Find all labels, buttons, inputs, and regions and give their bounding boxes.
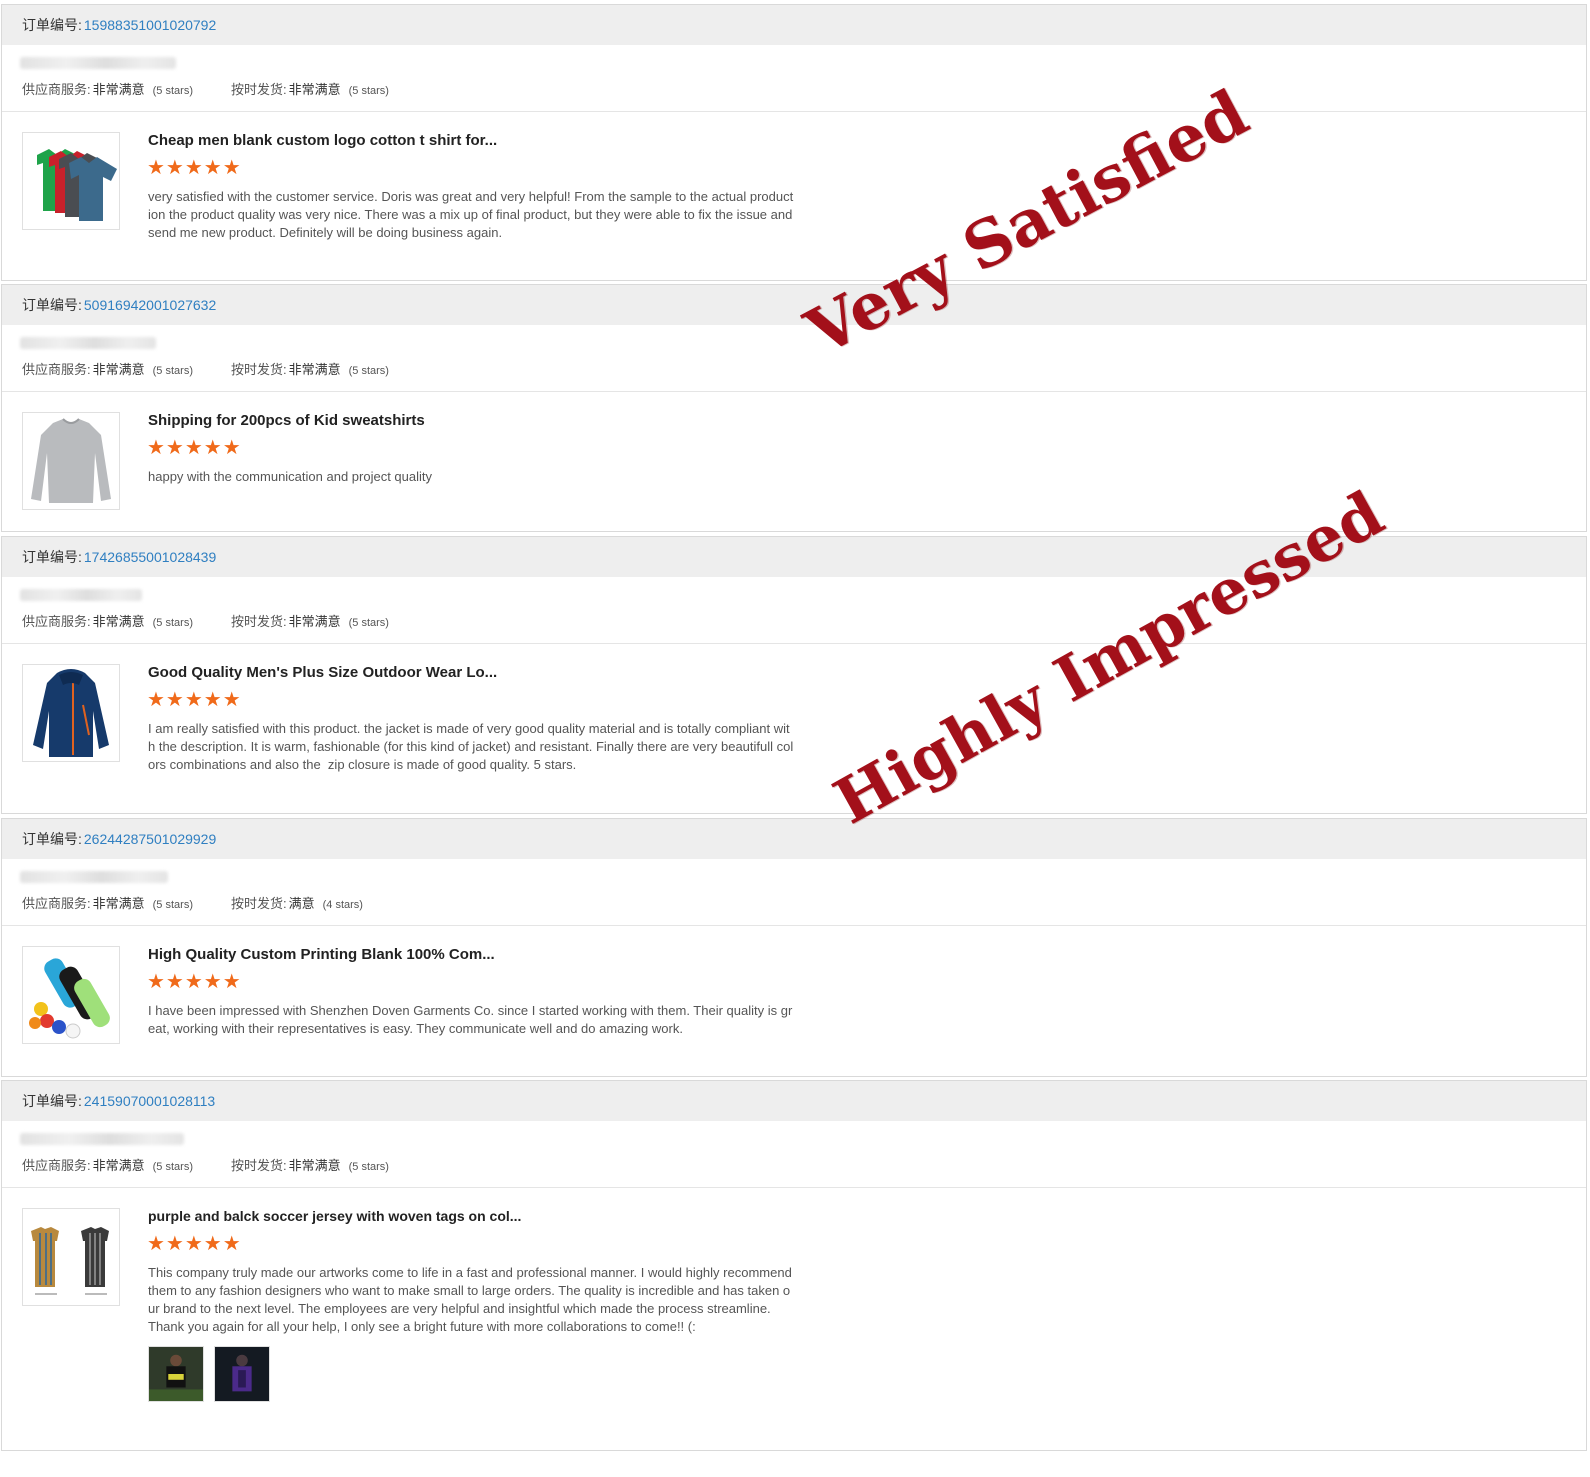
shipping-label: 按时发货: <box>230 82 287 97</box>
order-number-link[interactable]: 17426855001028439 <box>84 549 216 565</box>
shipping-stars: (5 stars) <box>348 365 389 377</box>
star-rating: ★★★★★ <box>147 689 242 711</box>
product-title-link[interactable]: Cheap men blank custom logo cotton t shi… <box>148 132 497 149</box>
product-title-link[interactable]: High Quality Custom Printing Blank 100% … <box>148 946 495 963</box>
review-photo[interactable] <box>214 1346 270 1402</box>
supplier-service-value: 非常满意 <box>92 614 145 629</box>
supplier-service-label: 供应商服务: <box>22 614 91 629</box>
blurred-buyer-name <box>20 871 168 883</box>
ratings-row: 供应商服务: 非常满意 (5 stars) 按时发货: 非常满意 (5 star… <box>22 359 389 378</box>
supplier-service-label: 供应商服务: <box>22 82 91 97</box>
order-header: 订单编号: 24159070001028113 <box>2 1081 1586 1121</box>
order-meta: 供应商服务: 非常满意 (5 stars) 按时发货: 非常满意 (5 star… <box>2 45 1586 112</box>
star-rating: ★★★★★ <box>147 157 242 179</box>
ratings-row: 供应商服务: 非常满意 (5 stars) 按时发货: 满意 (4 stars) <box>22 893 363 912</box>
supplier-service-stars: (5 stars) <box>152 899 193 911</box>
supplier-service-value: 非常满意 <box>92 896 145 911</box>
shipping-label: 按时发货: <box>230 896 287 911</box>
folded-shirts-icon <box>29 958 110 1039</box>
supplier-service-stars: (5 stars) <box>152 1161 193 1173</box>
product-title-link[interactable]: Good Quality Men's Plus Size Outdoor Wea… <box>148 664 497 681</box>
shipping-value: 非常满意 <box>288 82 341 97</box>
jacket-icon <box>33 669 109 757</box>
supplier-service-label: 供应商服务: <box>22 896 91 911</box>
shipping-label: 按时发货: <box>230 362 287 377</box>
product-thumbnail[interactable] <box>22 664 120 762</box>
customer-photo-icon <box>149 1347 203 1401</box>
order-number-link[interactable]: 26244287501029929 <box>84 831 216 847</box>
tshirts-icon <box>37 149 117 221</box>
product-thumbnail[interactable] <box>22 1208 120 1306</box>
supplier-service-label: 供应商服务: <box>22 362 91 377</box>
review-text: very satisfied with the customer service… <box>148 189 796 240</box>
review-text: This company truly made our artworks com… <box>148 1265 792 1334</box>
order-label: 订单编号: <box>22 17 82 33</box>
order-meta: 供应商服务: 非常满意 (5 stars) 按时发货: 满意 (4 stars) <box>2 859 1586 926</box>
order-label: 订单编号: <box>22 1093 82 1109</box>
shipping-stars: (5 stars) <box>348 85 389 97</box>
shipping-stars: (4 stars) <box>322 899 363 911</box>
supplier-service-value: 非常满意 <box>92 82 145 97</box>
order-meta: 供应商服务: 非常满意 (5 stars) 按时发货: 非常满意 (5 star… <box>2 325 1586 392</box>
shipping-label: 按时发货: <box>230 1158 287 1173</box>
review-photo[interactable] <box>148 1346 204 1402</box>
supplier-service-value: 非常满意 <box>92 362 145 377</box>
ratings-row: 供应商服务: 非常满意 (5 stars) 按时发货: 非常满意 (5 star… <box>22 611 389 630</box>
review-text: happy with the communication and project… <box>148 469 432 484</box>
supplier-service-stars: (5 stars) <box>152 85 193 97</box>
order-card: 订单编号: 15988351001020792 供应商服务: 非常满意 (5 s… <box>1 4 1587 281</box>
supplier-service-label: 供应商服务: <box>22 1158 91 1173</box>
order-number-link[interactable]: 50916942001027632 <box>84 297 216 313</box>
product-thumbnail[interactable] <box>22 412 120 510</box>
supplier-service-value: 非常满意 <box>92 1158 145 1173</box>
shipping-value: 非常满意 <box>288 362 341 377</box>
blurred-buyer-name <box>20 57 176 69</box>
order-meta: 供应商服务: 非常满意 (5 stars) 按时发货: 非常满意 (5 star… <box>2 577 1586 644</box>
order-label: 订单编号: <box>22 297 82 313</box>
shipping-stars: (5 stars) <box>348 617 389 629</box>
product-thumbnail[interactable] <box>22 946 120 1044</box>
review-text: I am really satisfied with this product.… <box>148 721 794 772</box>
product-title-link[interactable]: Shipping for 200pcs of Kid sweatshirts <box>148 412 425 429</box>
ratings-row: 供应商服务: 非常满意 (5 stars) 按时发货: 非常满意 (5 star… <box>22 1155 389 1174</box>
shipping-value: 非常满意 <box>288 614 341 629</box>
order-number-link[interactable]: 15988351001020792 <box>84 17 216 33</box>
star-rating: ★★★★★ <box>147 437 242 459</box>
shipping-stars: (5 stars) <box>348 1161 389 1173</box>
product-title-link[interactable]: purple and balck soccer jersey with wove… <box>148 1208 521 1224</box>
star-rating: ★★★★★ <box>147 971 242 993</box>
supplier-service-stars: (5 stars) <box>152 365 193 377</box>
order-card: 订单编号: 26244287501029929 供应商服务: 非常满意 (5 s… <box>1 818 1587 1077</box>
ratings-row: 供应商服务: 非常满意 (5 stars) 按时发货: 非常满意 (5 star… <box>22 79 389 98</box>
order-meta: 供应商服务: 非常满意 (5 stars) 按时发货: 非常满意 (5 star… <box>2 1121 1586 1188</box>
blurred-buyer-name <box>20 1133 184 1145</box>
product-thumbnail[interactable] <box>22 132 120 230</box>
supplier-service-stars: (5 stars) <box>152 617 193 629</box>
order-card: 订单编号: 17426855001028439 供应商服务: 非常满意 (5 s… <box>1 536 1587 814</box>
shipping-label: 按时发货: <box>230 614 287 629</box>
order-header: 订单编号: 26244287501029929 <box>2 819 1586 859</box>
blurred-buyer-name <box>20 337 156 349</box>
order-card: 订单编号: 24159070001028113 供应商服务: 非常满意 (5 s… <box>1 1080 1587 1451</box>
order-header: 订单编号: 15988351001020792 <box>2 5 1586 45</box>
order-number-link[interactable]: 24159070001028113 <box>84 1093 215 1109</box>
sweatshirt-icon <box>31 418 111 503</box>
order-label: 订单编号: <box>22 549 82 565</box>
shipping-value: 满意 <box>288 896 315 911</box>
jerseys-icon <box>31 1227 109 1295</box>
shipping-value: 非常满意 <box>288 1158 341 1173</box>
star-rating: ★★★★★ <box>147 1233 242 1255</box>
review-text: I have been impressed with Shenzhen Dove… <box>148 1003 793 1036</box>
blurred-buyer-name <box>20 589 142 601</box>
order-label: 订单编号: <box>22 831 82 847</box>
customer-photo-icon <box>215 1347 269 1401</box>
